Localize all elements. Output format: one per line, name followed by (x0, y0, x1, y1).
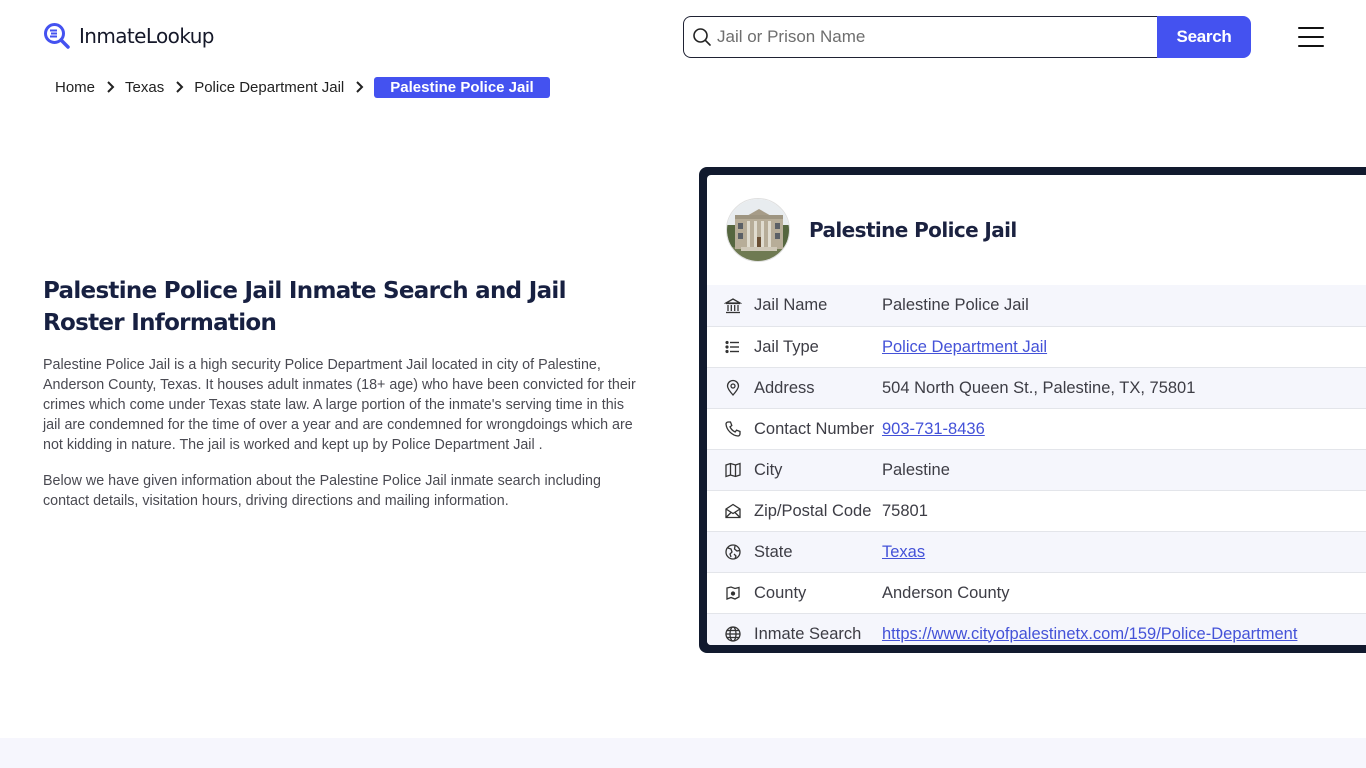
info-row-jail-type: Jail Type Police Department Jail (707, 326, 1366, 367)
jail-info-card: Palestine Police Jail Jail Name Palestin… (699, 167, 1366, 653)
row-label: Address (754, 378, 815, 397)
chevron-right-icon (356, 81, 364, 93)
row-value: Anderson County (882, 583, 1010, 602)
courthouse-image (727, 199, 789, 261)
row-label: Jail Type (754, 337, 819, 356)
intro-paragraph: Below we have given information about th… (43, 473, 601, 509)
page-title: Palestine Police Jail Inmate Search and … (43, 278, 566, 336)
list-icon (725, 340, 739, 354)
map-icon (725, 462, 741, 478)
phone-link[interactable]: 903-731-8436 (882, 420, 985, 438)
breadcrumb-state[interactable]: Texas (125, 79, 164, 96)
jail-photo (726, 198, 790, 262)
info-row-state: State Texas (707, 531, 1366, 572)
intro-section: Palestine Police Jail Inmate Search and … (43, 275, 643, 511)
info-row-inmate-search: Inmate Search https://www.cityofpalestin… (707, 613, 1366, 645)
jail-info-card-body: Palestine Police Jail Jail Name Palestin… (707, 175, 1366, 645)
search-icon (693, 28, 711, 46)
search-button[interactable]: Search (1157, 16, 1251, 58)
info-table: Jail Name Palestine Police Jail Jail Typ… (707, 285, 1366, 645)
row-value: Palestine Police Jail (882, 296, 1029, 314)
county-map-icon (726, 586, 740, 600)
search-field-wrapper (683, 16, 1157, 58)
info-row-city: City Palestine (707, 449, 1366, 490)
card-title: Palestine Police Jail (809, 218, 1017, 242)
row-value: Palestine (882, 460, 950, 479)
row-label: Jail Name (754, 296, 828, 314)
row-label: State (754, 542, 793, 561)
chevron-right-icon (107, 81, 115, 93)
card-header: Palestine Police Jail (707, 175, 1366, 285)
row-label: Inmate Search (754, 624, 862, 643)
map-pin-icon (726, 379, 740, 396)
logo-text: InmateLookup (79, 24, 214, 48)
info-row-zip: Zip/Postal Code 75801 (707, 490, 1366, 531)
search-input[interactable] (717, 27, 1157, 47)
footer-band (0, 738, 1366, 768)
row-value: 504 North Queen St., Palestine, TX, 7580… (882, 378, 1196, 397)
info-row-county: County Anderson County (707, 572, 1366, 613)
info-row-address: Address 504 North Queen St., Palestine, … (707, 367, 1366, 408)
row-label: City (754, 460, 783, 479)
jail-type-link[interactable]: Police Department Jail (882, 338, 1047, 356)
row-label: Zip/Postal Code (754, 501, 872, 520)
hamburger-line (1298, 36, 1324, 38)
logo-magnifier-icon (44, 23, 70, 49)
globe-icon (725, 626, 741, 642)
mail-open-icon (725, 503, 741, 519)
globe-marker-icon (725, 544, 741, 560)
menu-toggle-button[interactable] (1298, 27, 1324, 47)
row-label: Contact Number (754, 419, 875, 438)
hamburger-line (1298, 27, 1324, 29)
info-row-contact-number: Contact Number 903-731-8436 (707, 408, 1366, 449)
state-link[interactable]: Texas (882, 543, 925, 561)
row-value: 75801 (882, 501, 928, 520)
breadcrumb-jail-type[interactable]: Police Department Jail (194, 79, 344, 96)
breadcrumb-current: Palestine Police Jail (374, 76, 550, 98)
chevron-right-icon (176, 81, 184, 93)
info-row-jail-name: Jail Name Palestine Police Jail (707, 285, 1366, 326)
search-bar: Search (683, 16, 1251, 58)
row-label: County (754, 583, 807, 602)
breadcrumb-home[interactable]: Home (55, 79, 95, 96)
inmate-search-link[interactable]: https://www.cityofpalestinetx.com/159/Po… (882, 625, 1297, 643)
breadcrumb: Home Texas Police Department Jail Palest… (55, 76, 550, 98)
phone-icon (725, 421, 741, 437)
building-columns-icon (724, 297, 742, 313)
logo-link[interactable]: InmateLookup (43, 22, 214, 50)
intro-paragraph: Palestine Police Jail is a high security… (43, 357, 636, 453)
hamburger-line (1298, 45, 1324, 47)
